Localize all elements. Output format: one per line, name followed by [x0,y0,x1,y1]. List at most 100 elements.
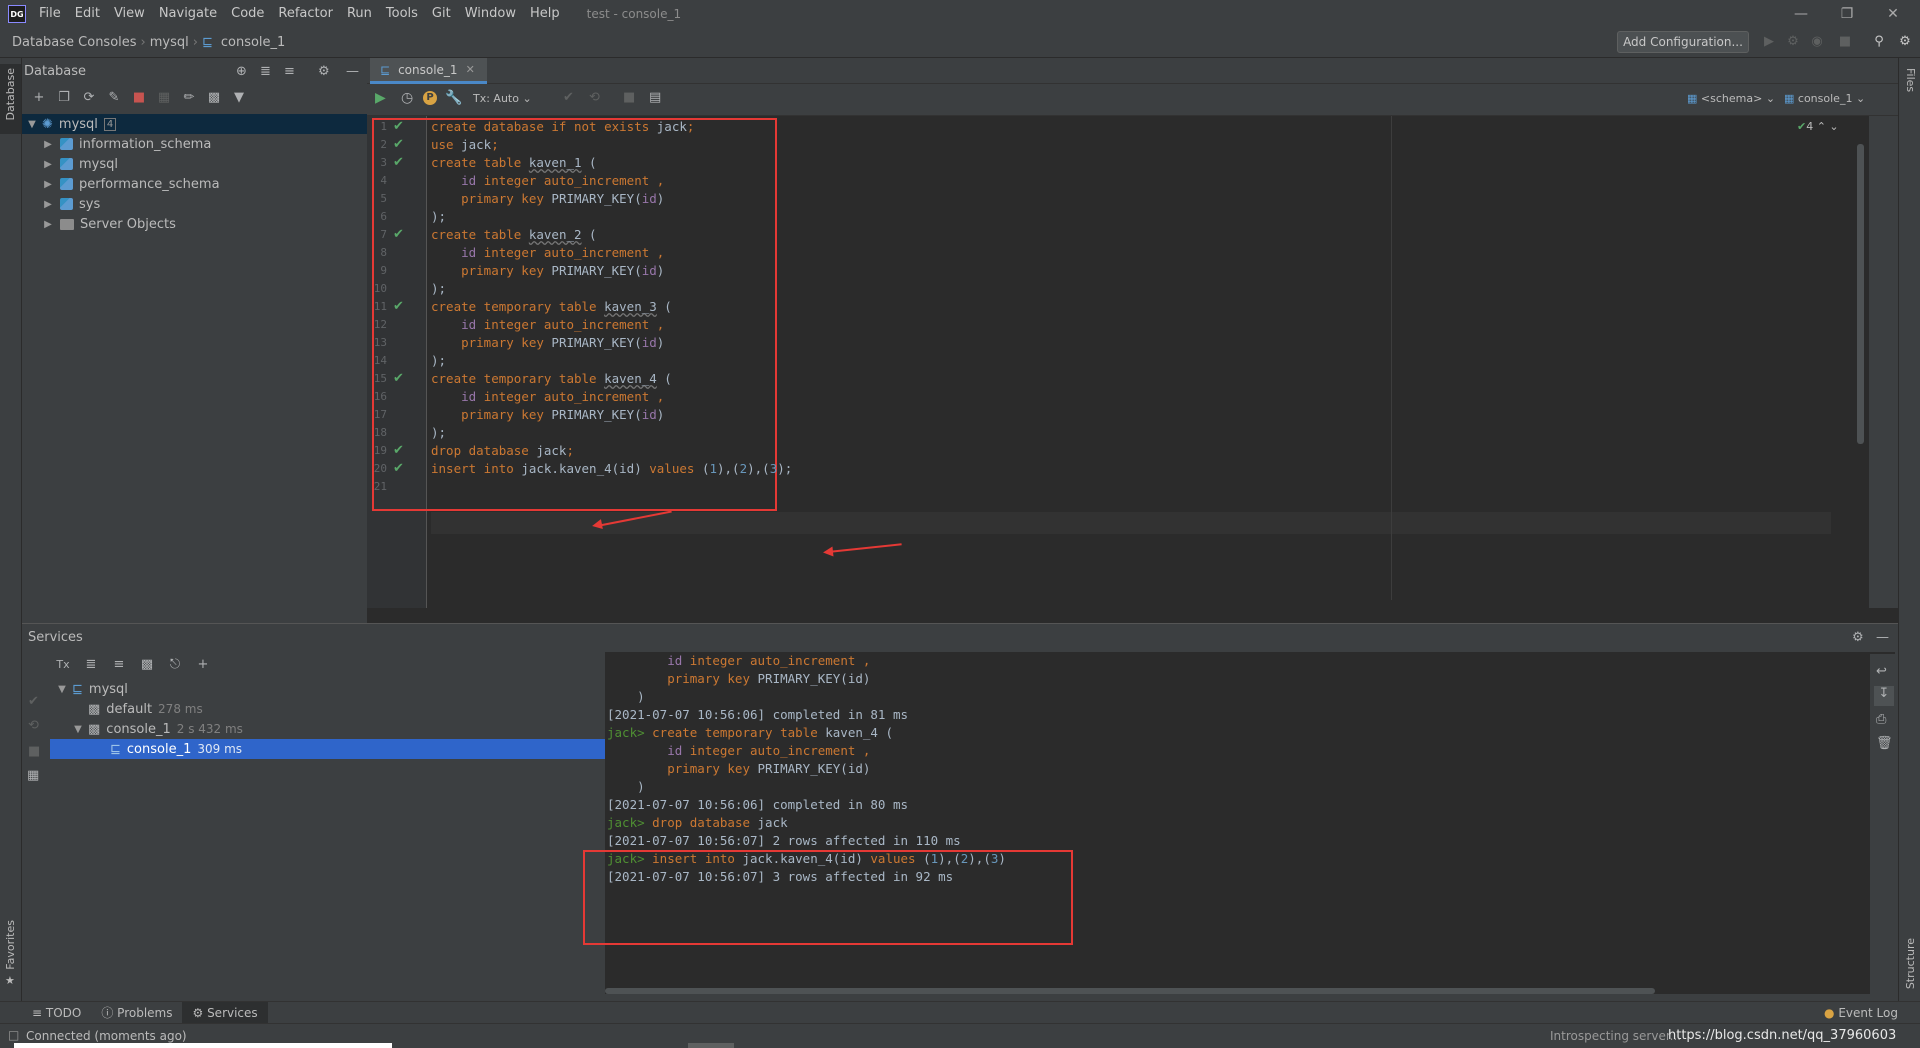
results-layout-icon[interactable]: ▤ [649,90,661,105]
search-icon[interactable]: ⚲ [1870,33,1888,51]
rollback-icon[interactable]: ⟲ [28,718,39,733]
code-line[interactable] [431,478,1831,496]
code-line[interactable]: id integer auto_increment , [431,388,1831,406]
query-console-icon[interactable]: ▩ [203,87,225,109]
restore-icon[interactable]: ❐ [1824,0,1870,28]
console-selector[interactable]: ▦ console_1 ⌄ [1784,92,1865,105]
chevron-down-icon[interactable]: ▼ [54,684,70,695]
output-horizontal-scrollbar[interactable] [605,988,1655,994]
service-node-default[interactable]: ▩ default 278 ms [50,699,627,719]
code-line[interactable]: create table kaven_2 ( [431,226,1831,244]
menu-view[interactable]: View [107,0,152,28]
wrench-icon[interactable]: 🔧 [445,90,462,106]
tree-node-performance-schema[interactable]: ▶ performance_schema [22,174,367,194]
favorites-tool-window-tab[interactable]: Favorites [4,920,17,970]
soft-wrap-icon[interactable]: ↩ [1876,664,1887,679]
chevron-down-icon[interactable]: ▼ [24,119,40,130]
close-tab-icon[interactable]: ✕ [466,63,475,76]
editor-scrollbar[interactable] [1857,144,1864,444]
expand-all-icon[interactable]: ≣ [260,64,271,79]
files-tool-window-tab[interactable]: Files [1904,68,1917,92]
tree-node-mysql-schema[interactable]: ▶ mysql [22,154,367,174]
tab-console[interactable]: ⊑ console_1 ✕ [370,58,487,84]
code-line[interactable]: create temporary table kaven_3 ( [431,298,1831,316]
stop-icon[interactable]: ■ [1836,33,1854,51]
tree-node-mysql-datasource[interactable]: ▼ ✺ mysql 4 [22,114,367,134]
table-icon[interactable]: ▦ [153,87,175,109]
minimize-icon[interactable]: — [1778,0,1824,28]
disconnect-icon[interactable]: ■ [128,87,150,109]
commit-icon[interactable]: ✔ [563,90,574,105]
schema-selector[interactable]: ▦ <schema> ⌄ [1687,92,1775,105]
tree-node-server-objects[interactable]: ▶ Server Objects [22,214,367,234]
schema-sync-icon[interactable]: ✎ [103,87,125,109]
menu-code[interactable]: Code [224,0,271,28]
settings-icon[interactable]: ⚙ [1896,33,1914,51]
filter-icon[interactable]: ▼ [228,87,250,109]
hide-panel-icon[interactable]: — [346,64,359,79]
service-node-mysql[interactable]: ▼ ⊑ mysql [50,679,627,699]
code-line[interactable]: ); [431,424,1831,442]
stop-icon[interactable]: ■ [28,744,40,759]
hide-panel-icon[interactable]: — [1876,630,1889,645]
pin-icon[interactable]: ⎋ [164,654,186,676]
tab-problems[interactable]: ⓘ Problems [91,1002,182,1024]
commit-icon[interactable]: ✔ [28,694,39,709]
code-line[interactable]: insert into jack.kaven_4(id) values (1),… [431,460,1831,478]
collapse-all-icon[interactable]: ≡ [284,64,295,79]
code-line[interactable]: ); [431,280,1831,298]
chevron-right-icon[interactable]: ▶ [40,179,56,190]
breadcrumb-mysql[interactable]: mysql [146,35,193,50]
code-line[interactable]: primary key PRIMARY_KEY(id) [431,262,1831,280]
code-line[interactable]: create temporary table kaven_4 ( [431,370,1831,388]
close-window-icon[interactable]: ✕ [1870,0,1916,28]
tx-mode-select[interactable]: Tx: Auto ⌄ [473,92,532,105]
collapse-all-icon[interactable]: ≡ [108,654,130,676]
editor-code[interactable]: create database if not exists jack; use j… [431,116,1831,496]
code-line[interactable]: primary key PRIMARY_KEY(id) [431,190,1831,208]
layout-icon[interactable]: ▦ [27,768,39,783]
group-icon[interactable]: ▩ [136,654,158,676]
code-line[interactable]: id integer auto_increment , [431,244,1831,262]
service-node-console[interactable]: ⊑ console_1 309 ms [50,739,605,759]
scroll-to-end-icon[interactable]: ↧ [1874,686,1894,706]
tab-todo[interactable]: ≡ TODO [22,1002,91,1024]
code-line[interactable]: id integer auto_increment , [431,172,1831,190]
code-line[interactable]: use jack; [431,136,1831,154]
code-line[interactable]: id integer auto_increment , [431,316,1831,334]
tab-services[interactable]: ⚙ Services [182,1001,268,1024]
sql-editor[interactable]: 1 ✔ 2 ✔ 3 ✔ 4 5 6 7 ✔ 8 9 10 11 ✔ 12 13 14 15 ✔ 16 17 18 19 ✔ 20 ✔ 2… [367,116,1898,608]
tree-node-sys[interactable]: ▶ sys [22,194,367,214]
clear-output-icon[interactable]: 🗑 [1876,736,1893,751]
code-line[interactable]: drop database jack; [431,442,1831,460]
structure-tool-window-tab[interactable]: Structure [1904,938,1917,989]
add-configuration-button[interactable]: Add Configuration... [1617,31,1749,53]
gear-icon[interactable]: ⚙ [1852,630,1864,645]
code-line[interactable]: ); [431,352,1831,370]
menu-refactor[interactable]: Refactor [271,0,340,28]
add-service-icon[interactable]: + [192,654,214,676]
menu-window[interactable]: Window [458,0,523,28]
breadcrumb-database-consoles[interactable]: Database Consoles [8,35,141,50]
execute-icon[interactable]: ▶ [375,90,386,106]
chevron-right-icon[interactable]: ▶ [40,159,56,170]
code-line[interactable]: ); [431,208,1831,226]
menu-navigate[interactable]: Navigate [152,0,224,28]
tree-node-information-schema[interactable]: ▶ information_schema [22,134,367,154]
event-log-button[interactable]: ● Event Log [1814,1002,1908,1024]
menu-help[interactable]: Help [523,0,567,28]
locate-icon[interactable]: ⊕ [236,64,247,79]
expand-all-icon[interactable]: ≣ [80,654,102,676]
service-node-console-session[interactable]: ▼ ▩ console_1 2 s 432 ms [50,719,627,739]
refresh-icon[interactable]: ⟳ [78,87,100,109]
menu-file[interactable]: File [32,0,68,28]
code-line[interactable]: primary key PRIMARY_KEY(id) [431,406,1831,424]
copy-icon[interactable]: ❐ [53,87,75,109]
chevron-right-icon[interactable]: ▶ [40,199,56,210]
debug-icon[interactable]: ⚙ [1784,33,1802,51]
coverage-icon[interactable]: ◉ [1808,33,1826,51]
chevron-down-icon[interactable]: ▼ [70,724,86,735]
breadcrumb-console[interactable]: console_1 [217,35,289,50]
tx-icon[interactable]: Tx [52,654,74,676]
print-icon[interactable]: ⎙ [1876,712,1886,727]
